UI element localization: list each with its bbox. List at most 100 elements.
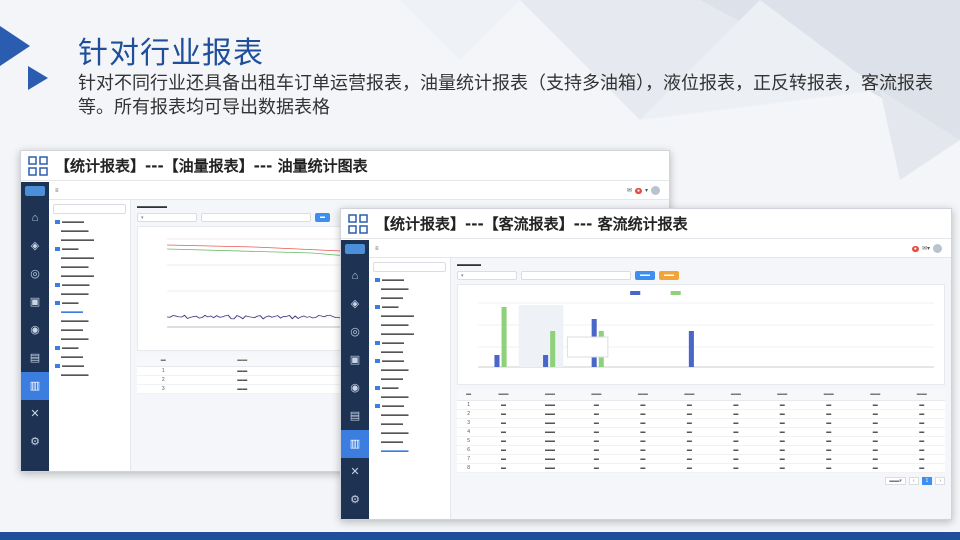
user-menu-icon[interactable]: ▾ <box>645 187 648 194</box>
sidebar-item-alarm[interactable]: ◉ <box>21 316 49 344</box>
page-size-select[interactable]: ▬▬▾ <box>885 476 906 485</box>
video-icon: ▣ <box>349 353 361 366</box>
track-icon: ◎ <box>350 325 360 338</box>
tree-node[interactable]: ▬▬▬▬▬ <box>53 263 126 272</box>
notification-badge[interactable]: ● <box>634 187 642 194</box>
sidebar-item-track[interactable]: ◎ <box>21 260 49 288</box>
sidebar-item-stats[interactable]: ▥ <box>341 430 369 458</box>
sidebar-item-home[interactable]: ⌂ <box>341 262 369 290</box>
tree-node[interactable]: ▬▬▬▬▬▬ <box>53 236 126 245</box>
bar <box>543 355 549 367</box>
track-icon: ◎ <box>30 267 40 280</box>
tree-node[interactable]: ▬▬▬▬ <box>373 339 446 348</box>
tree-node[interactable]: ▬▬▬▬▬▬ <box>373 330 446 339</box>
tree-node[interactable]: ▬▬▬ <box>53 245 126 254</box>
tree-search-input[interactable] <box>373 262 446 272</box>
passenger-caption-text: 【统计报表】---【客流报表】--- 客流统计报表 <box>375 215 688 233</box>
bar <box>550 331 556 367</box>
sidebar-item-vehicle[interactable]: ◈ <box>341 290 369 318</box>
sidebar-item-stats[interactable]: ▥ <box>21 372 49 400</box>
table-row: 2 ▬ ▬▬ ▬ ▬ ▬ ▬ ▬ ▬ ▬ ▬ <box>457 409 945 419</box>
sidebar-item-tools[interactable]: ✕ <box>21 400 49 428</box>
tree-node[interactable]: ▬▬▬ <box>53 299 126 308</box>
vehicle-select[interactable]: ▾ <box>457 271 517 280</box>
export-button[interactable]: ▬▬ <box>659 271 679 280</box>
tree-node[interactable]: ▬▬▬▬▬ <box>373 366 446 375</box>
tree-node[interactable]: ▬▬▬▬▬ <box>53 227 126 236</box>
tree-node-selected[interactable]: ▬▬▬▬▬ <box>373 447 446 456</box>
bar <box>688 331 694 367</box>
tree-node[interactable]: ▬▬▬▬ <box>373 357 446 366</box>
stats-icon: ▥ <box>29 379 41 392</box>
tree-search-input[interactable] <box>53 204 126 214</box>
passenger-app-window: ⌂ ◈ ◎ ▣ ◉ ▤ ▥ ✕ ⚙ ≡ ● ✉ ▾ ▬▬▬▬ ▬▬▬▬▬ ▬▬▬… <box>341 240 951 519</box>
home-icon: ⌂ <box>31 211 39 224</box>
tree-node[interactable]: ▬▬▬▬▬ <box>373 429 446 438</box>
sidebar-item-report[interactable]: ▤ <box>341 402 369 430</box>
avatar[interactable] <box>651 186 660 195</box>
tree-node[interactable]: ▬▬▬▬▬ <box>53 290 126 299</box>
tree-node[interactable]: ▬▬▬▬ <box>373 420 446 429</box>
tree-node[interactable]: ▬▬▬▬ <box>53 326 126 335</box>
tree-node[interactable]: ▬▬▬▬ <box>373 348 446 357</box>
tree-node[interactable]: ▬▬▬▬▬▬ <box>53 272 126 281</box>
user-menu-icon[interactable]: ▾ <box>927 245 930 252</box>
prev-page-button[interactable]: ‹ <box>908 476 919 485</box>
passenger-sidebar: ⌂ ◈ ◎ ▣ ◉ ▤ ▥ ✕ ⚙ <box>341 240 369 519</box>
message-icon[interactable]: ✉ <box>627 187 632 194</box>
bar <box>501 307 507 367</box>
table-row: 4 ▬ ▬▬ ▬ ▬ ▬ ▬ ▬ ▬ ▬ ▬ <box>457 427 945 437</box>
table-row: 7 ▬ ▬▬ ▬ ▬ ▬ ▬ ▬ ▬ ▬ ▬ <box>457 454 945 464</box>
tree-node[interactable]: ▬▬▬▬▬ <box>53 317 126 326</box>
tree-node[interactable]: ▬▬▬▬ <box>373 375 446 384</box>
next-page-button[interactable]: › <box>935 476 945 485</box>
tree-node[interactable]: ▬▬▬▬ <box>373 294 446 303</box>
query-button[interactable]: ▬▬ <box>635 271 655 280</box>
sidebar-item-alarm[interactable]: ◉ <box>341 374 369 402</box>
page-1-button[interactable]: 1 <box>921 476 933 485</box>
tree-node[interactable]: ▬▬▬▬▬ <box>373 393 446 402</box>
notification-badge[interactable]: ● <box>911 245 919 252</box>
sidebar-item-settings[interactable]: ⚙ <box>341 486 369 514</box>
tree-node[interactable]: ▬▬▬▬ <box>53 353 126 362</box>
sidebar-item-report[interactable]: ▤ <box>21 344 49 372</box>
tree-node[interactable]: ▬▬▬▬▬▬ <box>373 312 446 321</box>
vehicle-select[interactable]: ▾ <box>137 213 197 222</box>
tree-node[interactable]: ▬▬▬▬▬▬ <box>53 254 126 263</box>
tree-node[interactable]: ▬▬▬▬▬ <box>373 411 446 420</box>
tree-node[interactable]: ▬▬▬▬ <box>53 218 126 227</box>
sidebar-item-video[interactable]: ▣ <box>21 288 49 316</box>
date-range-input[interactable] <box>201 213 311 222</box>
tree-node[interactable]: ▬▬▬▬▬ <box>53 371 126 380</box>
stats-icon: ▥ <box>349 437 361 450</box>
passenger-vehicle-tree: ▬▬▬▬ ▬▬▬▬▬ ▬▬▬▬ ▬▬▬ ▬▬▬▬▬▬ ▬▬▬▬▬ ▬▬▬▬▬▬ … <box>369 258 451 519</box>
tree-node[interactable]: ▬▬▬▬▬ <box>53 335 126 344</box>
tree-node[interactable]: ▬▬▬▬ <box>373 276 446 285</box>
tree-node-selected[interactable]: ▬▬▬▬ <box>53 308 126 317</box>
sidebar-item-vehicle[interactable]: ◈ <box>21 232 49 260</box>
tree-node[interactable]: ▬▬▬▬ <box>373 438 446 447</box>
tree-node[interactable]: ▬▬▬ <box>373 384 446 393</box>
sidebar-item-track[interactable]: ◎ <box>341 318 369 346</box>
sidebar-item-tools[interactable]: ✕ <box>341 458 369 486</box>
avatar[interactable] <box>933 244 942 253</box>
sidebar-item-settings[interactable]: ⚙ <box>21 428 49 456</box>
platform-logo-icon <box>348 213 368 234</box>
query-button[interactable]: ▬ <box>315 213 330 222</box>
settings-icon: ⚙ <box>350 493 360 506</box>
tree-node[interactable]: ▬▬▬ <box>373 303 446 312</box>
table-row: 3 ▬ ▬▬ ▬ ▬ ▬ ▬ ▬ ▬ ▬ ▬ <box>457 418 945 428</box>
sidebar-item-video[interactable]: ▣ <box>341 346 369 374</box>
report-icon: ▤ <box>349 409 361 422</box>
tree-node[interactable]: ▬▬▬▬▬ <box>373 285 446 294</box>
title-arrow-icon <box>0 26 48 90</box>
tree-node[interactable]: ▬▬▬▬ <box>53 362 126 371</box>
breadcrumb-icon: ≡ <box>55 187 59 194</box>
tree-node[interactable]: ▬▬▬▬▬ <box>373 321 446 330</box>
tree-node[interactable]: ▬▬▬▬ <box>373 402 446 411</box>
sidebar-item-home[interactable]: ⌂ <box>21 204 49 232</box>
tree-node[interactable]: ▬▬▬▬▬ <box>53 281 126 290</box>
tree-node[interactable]: ▬▬▬ <box>53 344 126 353</box>
date-range-input[interactable] <box>521 271 631 280</box>
page-title: 针对行业报表 <box>78 36 264 71</box>
